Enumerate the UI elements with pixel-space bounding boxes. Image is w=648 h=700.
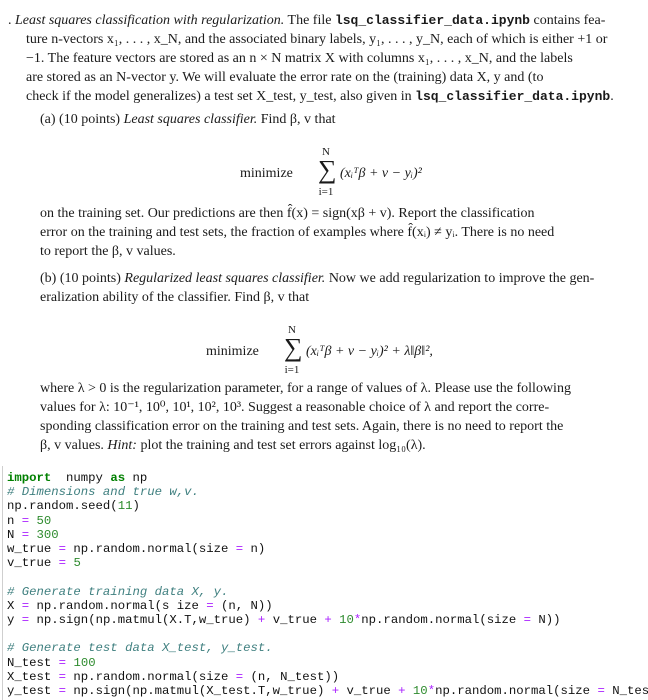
code-token: 300 [36, 527, 59, 542]
part-label: (a) (10 points) [40, 112, 124, 127]
code-token: X [7, 598, 22, 613]
code-token: y_test [7, 684, 59, 698]
code-token: * [427, 684, 436, 698]
code-token: np.random.normal(size [66, 669, 236, 684]
code-token: as [110, 471, 126, 485]
code-token: N)) [531, 613, 561, 627]
code-token: np.random.normal(s ize [29, 598, 207, 613]
sigma-symbol: ∑ [284, 333, 303, 362]
text-line: where λ > 0 is the regularization parame… [40, 381, 571, 396]
code-token: 50 [36, 513, 52, 528]
code-token: np.random.normal(size [361, 613, 524, 627]
code-token: np.random.normal(size [66, 542, 236, 556]
code-token: = [58, 655, 67, 670]
text-line: eralization ability of the classifier. F… [40, 290, 310, 305]
code-token: + [324, 613, 332, 627]
code-token: np.random.normal(size [435, 684, 598, 698]
file-name: lsq_classifier_data.ipynb [415, 89, 611, 104]
code-token: numpy [51, 471, 111, 485]
problem-title: Least squares classification with regula… [15, 13, 285, 28]
code-token: N_test [7, 655, 59, 670]
minimize-label: minimize [240, 166, 293, 181]
code-token: v_true [265, 613, 325, 627]
code-line: v_true = 5 [7, 555, 81, 572]
code-token: 100 [73, 655, 96, 670]
code-token: + [398, 684, 406, 698]
code-token: = [58, 556, 67, 571]
hint-label: Hint: [107, 438, 137, 453]
objective: (xᵢᵀβ + v − yᵢ)² [340, 166, 422, 181]
code-token: = [523, 613, 532, 627]
code-token: np [125, 471, 148, 485]
code-token: = [597, 684, 605, 698]
text: check if the model generalizes) a test s… [26, 89, 416, 104]
text-line: values for λ: 10⁻¹, 10⁰, 10¹, 10², 10³. … [40, 400, 550, 415]
text-line: error on the training and test sets, the… [40, 225, 555, 240]
code-token: + [331, 684, 340, 698]
minimize-label: minimize [206, 344, 259, 359]
text: Find β, v that [257, 112, 336, 127]
code-token: np.sign(np.matmul(X.T,w_true) [29, 613, 258, 627]
sum-lower: i=1 [284, 364, 300, 376]
code-token: = [58, 684, 67, 698]
code-token: = [58, 669, 67, 684]
code-token: N_test)) [612, 684, 648, 698]
code-token: n [7, 513, 22, 528]
code-token: y [7, 613, 22, 627]
text-line: ture n-vectors x₁, . . . , x_N, and the … [26, 32, 608, 47]
code-token: (n, N)) [213, 598, 273, 613]
code-token: w_true [7, 542, 59, 556]
text-line: to report the β, v values. [40, 244, 176, 259]
code-token: 5 [73, 556, 81, 571]
code-line: y = np.sign(np.matmul(X.T,w_true) + v_tr… [7, 612, 561, 629]
text: The file [284, 13, 335, 28]
code-token: # Generate training data X, y. [7, 584, 229, 599]
code-token: n) [243, 542, 266, 556]
code-token: import [7, 471, 52, 485]
text: contains fea- [529, 13, 606, 28]
text: plot the training and test set errors ag… [136, 438, 426, 453]
code-token: N [7, 527, 22, 542]
text-line: on the training set. Our predictions are… [40, 206, 535, 221]
part-label: (b) (10 points) [40, 271, 125, 286]
part-title: Regularized least squares classifier. [124, 271, 326, 286]
code-token: np.random.seed( [7, 499, 118, 514]
objective: (xᵢᵀβ + v − yᵢ)² + λ‖β‖², [306, 344, 433, 359]
code-token: X_test [7, 669, 59, 684]
sigma-symbol: ∑ [318, 155, 337, 184]
code-token: v_true [7, 556, 59, 571]
text-line: are stored as an N-vector y. We will eva… [26, 70, 544, 85]
part-title: Least squares classifier. [123, 112, 258, 127]
text: β, v values. [40, 438, 108, 453]
text: Now we add regularization to improve the… [325, 271, 595, 286]
text-line: −1. The feature vectors are stored as an… [26, 51, 573, 66]
code-token: (n, N_test)) [243, 669, 340, 684]
bullet: . [8, 13, 12, 28]
sum-lower: i=1 [318, 186, 334, 198]
code-token: = [206, 598, 214, 613]
code-token: ) [132, 499, 140, 514]
code-token: 10 [412, 684, 428, 698]
code-token: np.sign(np.matmul(X_test.T,w_true) [66, 684, 332, 698]
code-cell[interactable]: import numpy as np # Dimensions and true … [2, 466, 648, 700]
code-token: # Generate test data X_test, y_test. [7, 641, 273, 656]
text: . [610, 89, 614, 104]
text-line: sponding classification error on the tra… [40, 419, 564, 434]
code-token: = [58, 542, 67, 556]
code-token: v_true [339, 684, 399, 698]
code-token: 10 [339, 613, 354, 627]
code-line: y_test = np.sign(np.matmul(X_test.T,w_tr… [7, 683, 648, 700]
code-token: 11 [117, 499, 133, 514]
code-token: # Dimensions and true w,v. [7, 485, 199, 500]
file-name: lsq_classifier_data.ipynb [334, 13, 530, 28]
